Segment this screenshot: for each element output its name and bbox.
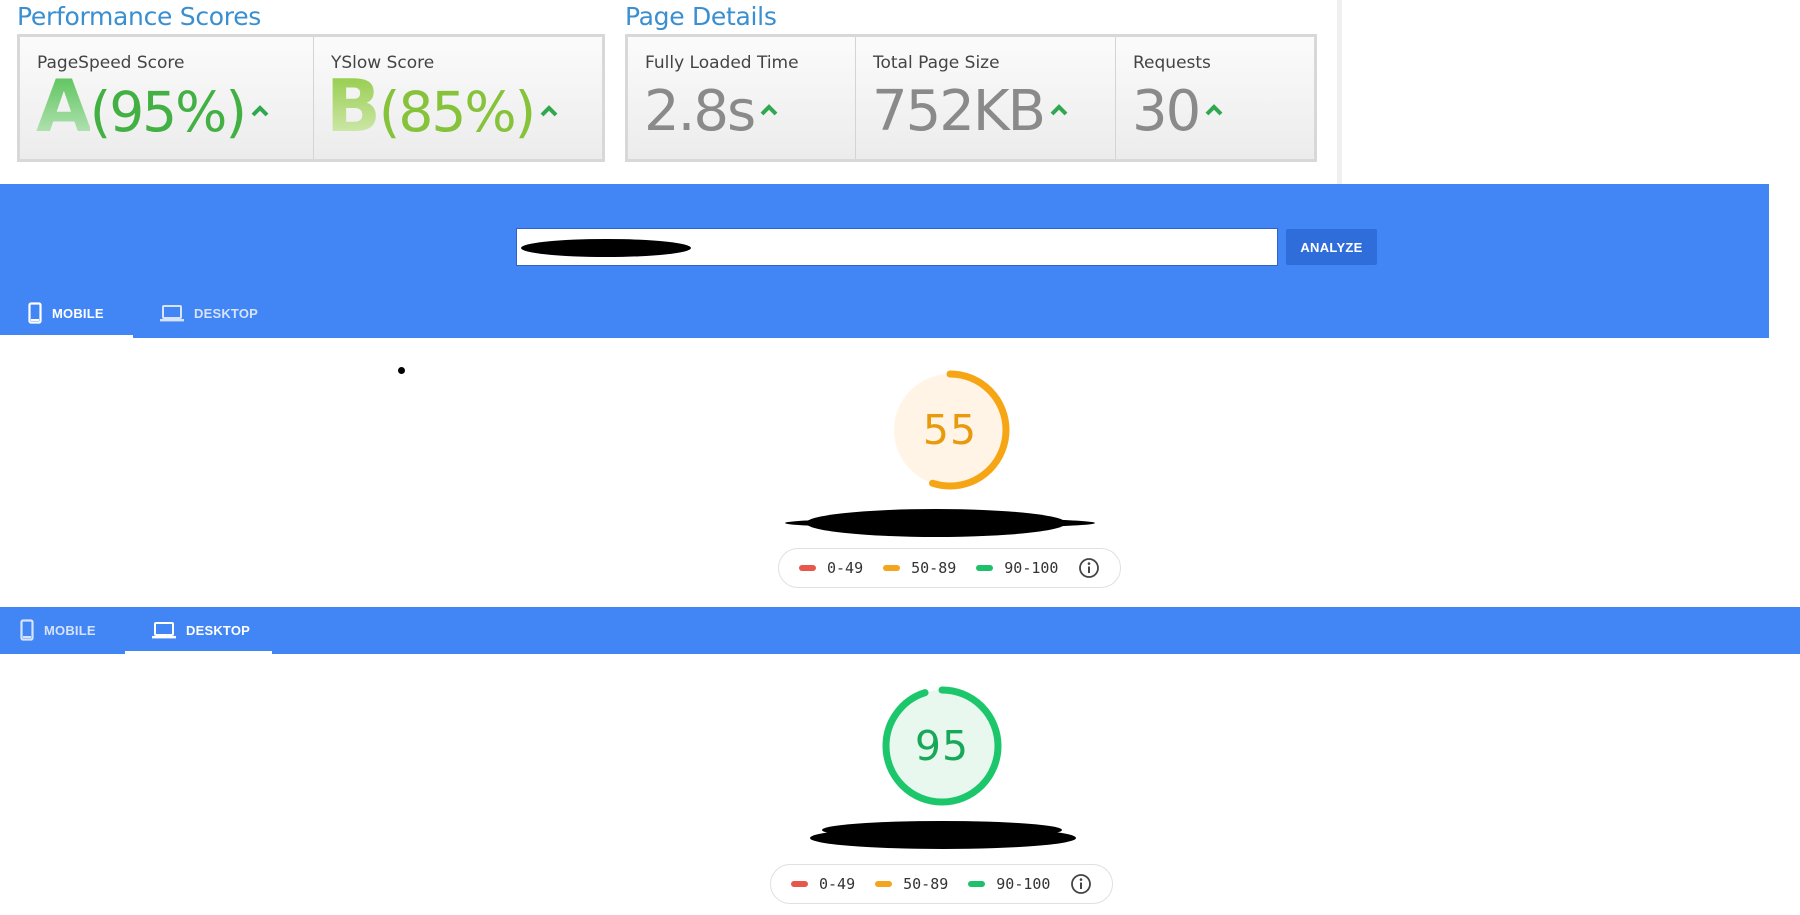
legend-pass-swatch <box>968 881 986 887</box>
legend-average-swatch <box>883 565 901 571</box>
page-details-title: Page Details <box>625 2 777 31</box>
pagespeed-percent: (95%) <box>89 80 247 144</box>
requests-label: Requests <box>1133 53 1211 73</box>
url-input[interactable] <box>516 228 1278 266</box>
total-page-size-value: 752KB <box>872 77 1068 147</box>
legend-average-swatch <box>875 881 893 887</box>
performance-scores-title: Performance Scores <box>17 2 262 31</box>
redacted-url <box>521 239 691 257</box>
laptop-icon <box>160 304 184 322</box>
fully-loaded-time-value: 2.8s <box>644 77 778 147</box>
yslow-score-cell: YSlow Score B(85%) <box>314 37 602 159</box>
tab-desktop-2-label: DESKTOP <box>186 622 251 638</box>
score-legend-desktop: 0-49 50-89 90-100 <box>770 864 1113 904</box>
active-tab-indicator <box>125 651 272 654</box>
requests-cell: Requests 30 <box>1116 37 1314 159</box>
legend-fail: 0-49 <box>799 559 863 577</box>
fully-loaded-time-label: Fully Loaded Time <box>645 53 799 73</box>
tab-mobile-2[interactable]: MOBILE <box>20 610 96 650</box>
tab-desktop-2[interactable]: DESKTOP <box>152 610 250 650</box>
stray-dot <box>398 367 405 374</box>
legend-average: 50-89 <box>875 875 948 893</box>
total-page-size-label: Total Page Size <box>873 53 1000 73</box>
legend-fail-swatch <box>799 565 816 571</box>
page-details-box: Fully Loaded Time 2.8s Total Page Size 7… <box>625 34 1317 162</box>
legend-average-label: 50-89 <box>903 875 949 893</box>
legend-pass: 90-100 <box>968 875 1050 893</box>
legend-fail-swatch <box>791 881 808 887</box>
tab-mobile-label: MOBILE <box>52 305 104 321</box>
legend-fail-label: 0-49 <box>819 875 856 893</box>
legend-pass-label: 90-100 <box>996 875 1051 893</box>
fully-loaded-time-cell: Fully Loaded Time 2.8s <box>628 37 856 159</box>
info-icon[interactable] <box>1078 557 1100 579</box>
info-icon[interactable] <box>1070 873 1092 895</box>
active-tab-indicator <box>0 335 133 338</box>
mobile-score-gauge: 55 <box>889 369 1011 491</box>
phone-icon <box>28 302 42 324</box>
tab-mobile[interactable]: MOBILE <box>28 293 104 333</box>
pagespeed-score-cell: PageSpeed Score A(95%) <box>20 37 314 159</box>
tab-mobile-2-label: MOBILE <box>44 622 96 638</box>
pagespeed-score-value: A(95%) <box>36 70 269 148</box>
score-legend-mobile: 0-49 50-89 90-100 <box>778 548 1121 588</box>
legend-pass-label: 90-100 <box>1004 559 1059 577</box>
phone-icon <box>20 619 34 641</box>
tab-desktop-label: DESKTOP <box>194 305 259 321</box>
requests-number: 30 <box>1132 79 1201 144</box>
yslow-percent: (85%) <box>378 80 536 144</box>
pagespeed-tab-band: MOBILE DESKTOP <box>0 607 1800 654</box>
vertical-divider <box>1337 0 1342 184</box>
pagespeed-header: ANALYZE MOBILE DESKTOP <box>0 184 1769 338</box>
legend-fail: 0-49 <box>791 875 855 893</box>
laptop-icon <box>152 621 176 639</box>
total-page-size-number: 752KB <box>872 79 1046 144</box>
desktop-score-gauge: 95 <box>881 685 1003 807</box>
pagespeed-grade: A <box>36 64 92 148</box>
requests-value: 30 <box>1132 77 1223 147</box>
tab-desktop[interactable]: DESKTOP <box>160 293 258 333</box>
legend-average: 50-89 <box>883 559 956 577</box>
legend-pass: 90-100 <box>976 559 1058 577</box>
yslow-grade: B <box>326 64 381 148</box>
fully-loaded-time-number: 2.8s <box>644 79 756 144</box>
legend-pass-swatch <box>976 565 994 571</box>
gtmetrix-report: Performance Scores Page Details PageSpee… <box>0 0 1342 184</box>
legend-average-label: 50-89 <box>911 559 957 577</box>
performance-scores-box: PageSpeed Score A(95%) YSlow Score B(85%… <box>17 34 605 162</box>
desktop-score-value: 95 <box>914 722 970 770</box>
analyze-button[interactable]: ANALYZE <box>1286 229 1377 265</box>
yslow-score-value: B(85%) <box>326 70 558 148</box>
mobile-score-value: 55 <box>922 406 978 454</box>
legend-fail-label: 0-49 <box>827 559 864 577</box>
total-page-size-cell: Total Page Size 752KB <box>856 37 1116 159</box>
